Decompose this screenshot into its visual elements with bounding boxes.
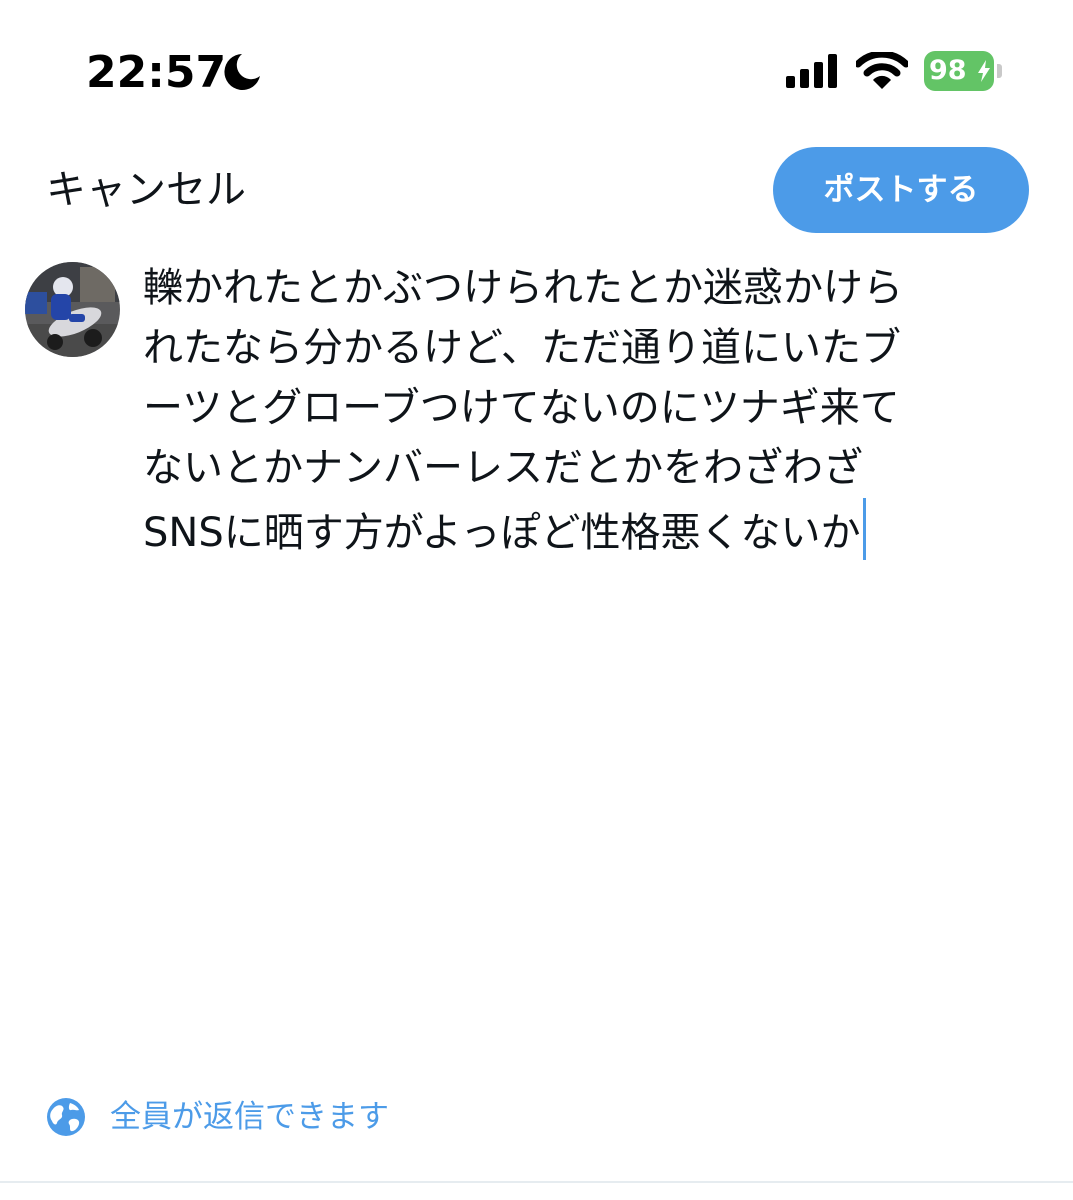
globe-icon	[47, 1098, 85, 1136]
battery-cap	[997, 64, 1002, 78]
moon-icon	[224, 54, 260, 90]
post-text-line: ないとかナンバーレスだとかをわざわざ	[143, 445, 863, 491]
battery-indicator: 98	[924, 51, 1004, 91]
avatar-photo	[25, 262, 120, 357]
divider	[0, 1181, 1073, 1183]
status-time: 22:57	[86, 47, 227, 98]
signal-icon	[786, 54, 837, 88]
reply-setting-label: 全員が返信できます	[110, 1099, 389, 1135]
post-text-line: れたなら分かるけど、ただ通り道にいたブ	[143, 325, 901, 371]
cancel-button[interactable]: キャンセル	[46, 160, 246, 220]
text-cursor	[862, 498, 866, 560]
post-text-area[interactable]: 轢かれたとかぶつけられたとか迷惑かけら れたなら分かるけど、ただ通り道にいたブ ーツ…	[143, 258, 1043, 563]
post-button[interactable]: ポストする	[773, 147, 1029, 233]
post-text-line: 轢かれたとかぶつけられたとか迷惑かけら	[143, 265, 903, 311]
battery-level: 98	[929, 55, 967, 86]
bolt-icon	[978, 60, 990, 82]
post-text-line: SNSに晒す方がよっぽど性格悪くないか	[143, 510, 861, 556]
status-bar: 22:57 98	[0, 0, 1073, 130]
avatar[interactable]	[25, 262, 120, 357]
wifi-icon	[856, 52, 908, 89]
post-text-last-line: SNSに晒す方がよっぽど性格悪くないか	[143, 498, 1043, 563]
post-text-line: ーツとグローブつけてないのにツナギ来て	[143, 385, 900, 431]
